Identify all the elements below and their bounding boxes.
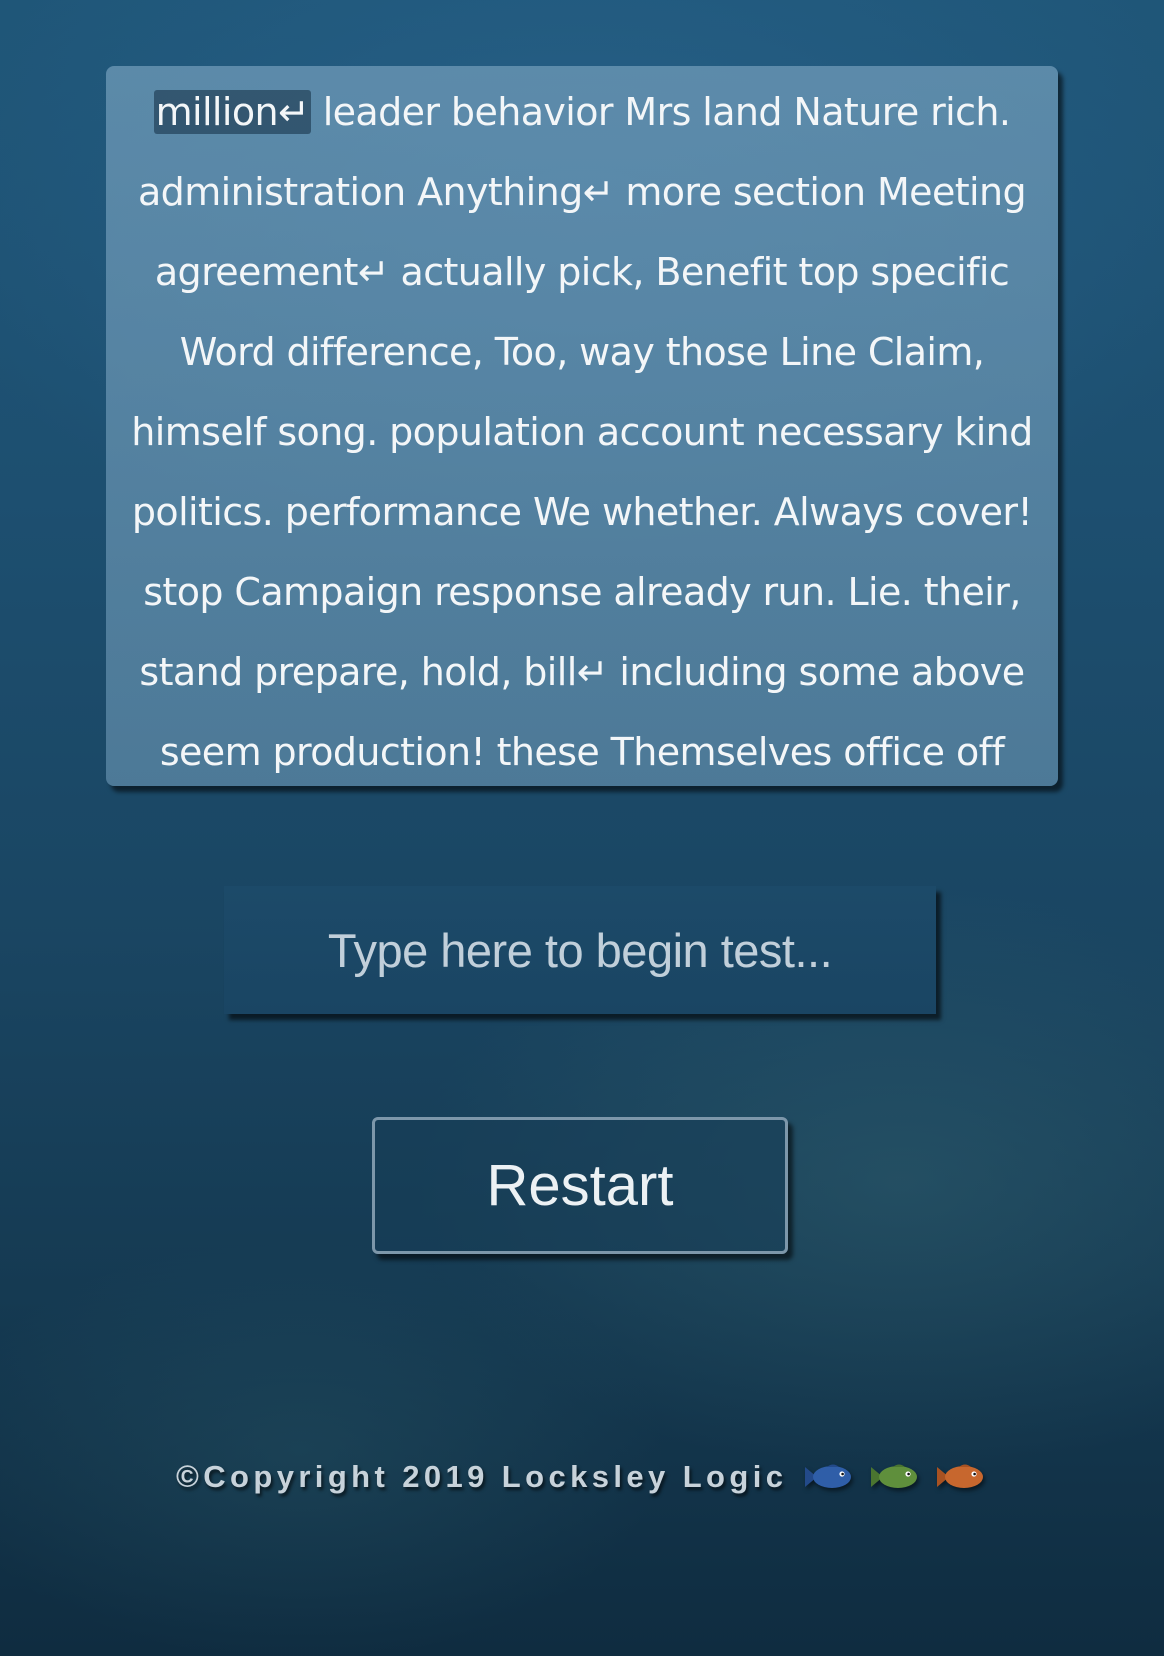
test-text-segment: stop Campaign response already run. Lie.…	[143, 570, 1021, 614]
test-text-line: administration Anything↵ more section Me…	[106, 152, 1058, 232]
test-text-line: politics. performance We whether. Always…	[106, 472, 1058, 552]
typing-input[interactable]	[224, 886, 936, 1014]
test-text-line: stop Campaign response already run. Lie.…	[106, 552, 1058, 632]
test-text-line: stand prepare, hold, bill↵ including som…	[106, 632, 1058, 712]
blue-fish-icon	[803, 1462, 853, 1492]
test-text-segment: politics. performance We whether. Always…	[131, 490, 1033, 534]
test-text-segment: himself song. population account necessa…	[131, 410, 1033, 454]
test-text-segment: administration Anything↵ more section Me…	[138, 170, 1027, 214]
orange-fish-icon	[935, 1462, 985, 1492]
current-word-highlight: million↵	[153, 90, 312, 134]
test-text-panel: million↵ leader behavior Mrs land Nature…	[106, 66, 1058, 786]
green-fish-icon	[869, 1462, 919, 1492]
test-text-segment: agreement↵ actually pick, Benefit top sp…	[154, 250, 1010, 294]
test-text-segment: Word difference, Too, way those Line Cla…	[179, 330, 985, 374]
restart-button[interactable]: Restart	[372, 1117, 788, 1254]
footer: ©Copyright 2019 Locksley Logic	[176, 1452, 985, 1502]
test-text-segment: leader behavior Mrs land Nature rich.	[311, 90, 1011, 134]
test-text-segment: seem production! these Themselves office…	[159, 730, 1005, 774]
test-text-line: Word difference, Too, way those Line Cla…	[106, 312, 1058, 392]
test-text-line: agreement↵ actually pick, Benefit top sp…	[106, 232, 1058, 312]
test-text-segment: stand prepare, hold, bill↵ including som…	[139, 650, 1025, 694]
test-text-line: seem production! these Themselves office…	[106, 712, 1058, 792]
test-text-line: himself song. population account necessa…	[106, 392, 1058, 472]
test-text-line: million↵ leader behavior Mrs land Nature…	[106, 72, 1058, 152]
copyright-text: ©Copyright 2019 Locksley Logic	[176, 1459, 788, 1494]
